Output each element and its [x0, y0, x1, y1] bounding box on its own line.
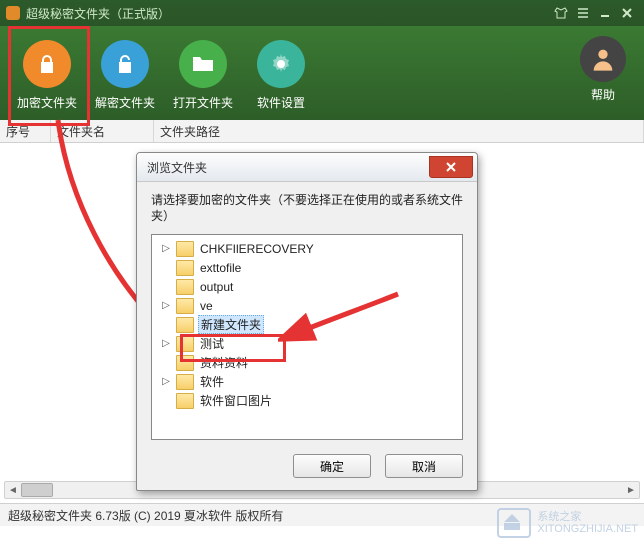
titlebar: 超级秘密文件夹（正式版）	[0, 0, 644, 26]
tree-item-label: 资料资料	[200, 356, 248, 370]
tree-item[interactable]: exttofile	[154, 258, 460, 277]
close-button[interactable]	[616, 3, 638, 23]
tree-item[interactable]: ▷ 测试	[154, 334, 460, 353]
ok-button[interactable]: 确定	[293, 454, 371, 478]
encrypt-folder-label: 加密文件夹	[17, 94, 77, 111]
folder-icon	[176, 279, 194, 295]
folder-icon	[176, 355, 194, 371]
app-icon	[6, 6, 20, 20]
tree-item-label: 新建文件夹	[201, 318, 261, 332]
dialog-instruction: 请选择要加密的文件夹（不要选择正在使用的或者系统文件夹）	[151, 192, 463, 224]
scroll-right-arrow[interactable]: ►	[623, 483, 639, 497]
expand-icon[interactable]: ▷	[160, 376, 172, 387]
dialog-title-text: 浏览文件夹	[147, 159, 207, 176]
tree-item-label: CHKFIlERECOVERY	[200, 242, 314, 256]
settings-label: 软件设置	[257, 94, 305, 111]
expand-icon[interactable]: ▷	[160, 338, 172, 349]
tree-item[interactable]: 新建文件夹	[154, 315, 460, 334]
minimize-button[interactable]	[594, 3, 616, 23]
folder-icon	[176, 393, 194, 409]
lock-closed-icon	[23, 40, 71, 88]
title-skin-button[interactable]	[550, 3, 572, 23]
tree-item[interactable]: output	[154, 277, 460, 296]
toolbar: 加密文件夹 解密文件夹 打开文件夹 软件设置 帮助	[0, 26, 644, 120]
browse-folder-dialog: 浏览文件夹 请选择要加密的文件夹（不要选择正在使用的或者系统文件夹） ▷ CHKF…	[136, 152, 478, 491]
tree-item-label: exttofile	[200, 261, 241, 275]
user-avatar-icon	[580, 36, 626, 82]
title-menu-button[interactable]	[572, 3, 594, 23]
tree-item-label: ve	[200, 299, 213, 313]
dialog-close-button[interactable]	[429, 156, 473, 178]
open-folder-label: 打开文件夹	[173, 94, 233, 111]
cancel-button[interactable]: 取消	[385, 454, 463, 478]
settings-button[interactable]: 软件设置	[242, 36, 320, 111]
status-text: 超级秘密文件夹 6.73版 (C) 2019 夏冰软件 版权所有	[8, 507, 283, 524]
window-title: 超级秘密文件夹（正式版）	[26, 5, 170, 22]
folder-icon	[176, 374, 194, 390]
list-column-header: 序号 文件夹名 文件夹路径	[0, 120, 644, 143]
tree-item-label: 测试	[200, 337, 224, 351]
expand-icon[interactable]: ▷	[160, 300, 172, 311]
tree-item[interactable]: ▷ ve	[154, 296, 460, 315]
folder-icon	[176, 260, 194, 276]
folder-icon	[179, 40, 227, 88]
decrypt-folder-button[interactable]: 解密文件夹	[86, 36, 164, 111]
tree-item-label: 软件窗口图片	[200, 394, 272, 408]
tree-item[interactable]: 软件窗口图片	[154, 391, 460, 410]
open-folder-button[interactable]: 打开文件夹	[164, 36, 242, 111]
col-name-header[interactable]: 文件夹名	[51, 120, 154, 142]
tree-item[interactable]: 资料资料	[154, 353, 460, 372]
scroll-left-arrow[interactable]: ◄	[5, 483, 21, 497]
tree-item[interactable]: ▷ CHKFIlERECOVERY	[154, 239, 460, 258]
tree-item[interactable]: ▷ 软件	[154, 372, 460, 391]
dialog-titlebar[interactable]: 浏览文件夹	[137, 153, 477, 182]
tree-item-label: output	[200, 280, 233, 294]
col-path-header[interactable]: 文件夹路径	[154, 120, 644, 142]
scroll-thumb[interactable]	[21, 483, 53, 497]
help-button[interactable]: 帮助	[580, 36, 626, 103]
gear-icon	[257, 40, 305, 88]
folder-icon	[176, 241, 194, 257]
folder-tree[interactable]: ▷ CHKFIlERECOVERY exttofile output ▷ ve 新建文件夹 ▷…	[151, 234, 463, 440]
expand-icon[interactable]: ▷	[160, 243, 172, 254]
tree-item-label: 软件	[200, 375, 224, 389]
decrypt-folder-label: 解密文件夹	[95, 94, 155, 111]
encrypt-folder-button[interactable]: 加密文件夹	[8, 36, 86, 111]
help-label: 帮助	[591, 86, 615, 103]
folder-icon	[176, 336, 194, 352]
status-bar: 超级秘密文件夹 6.73版 (C) 2019 夏冰软件 版权所有	[0, 503, 644, 526]
col-seq-header[interactable]: 序号	[0, 120, 51, 142]
lock-open-icon	[101, 40, 149, 88]
folder-icon	[176, 298, 194, 314]
folder-icon	[176, 317, 194, 333]
